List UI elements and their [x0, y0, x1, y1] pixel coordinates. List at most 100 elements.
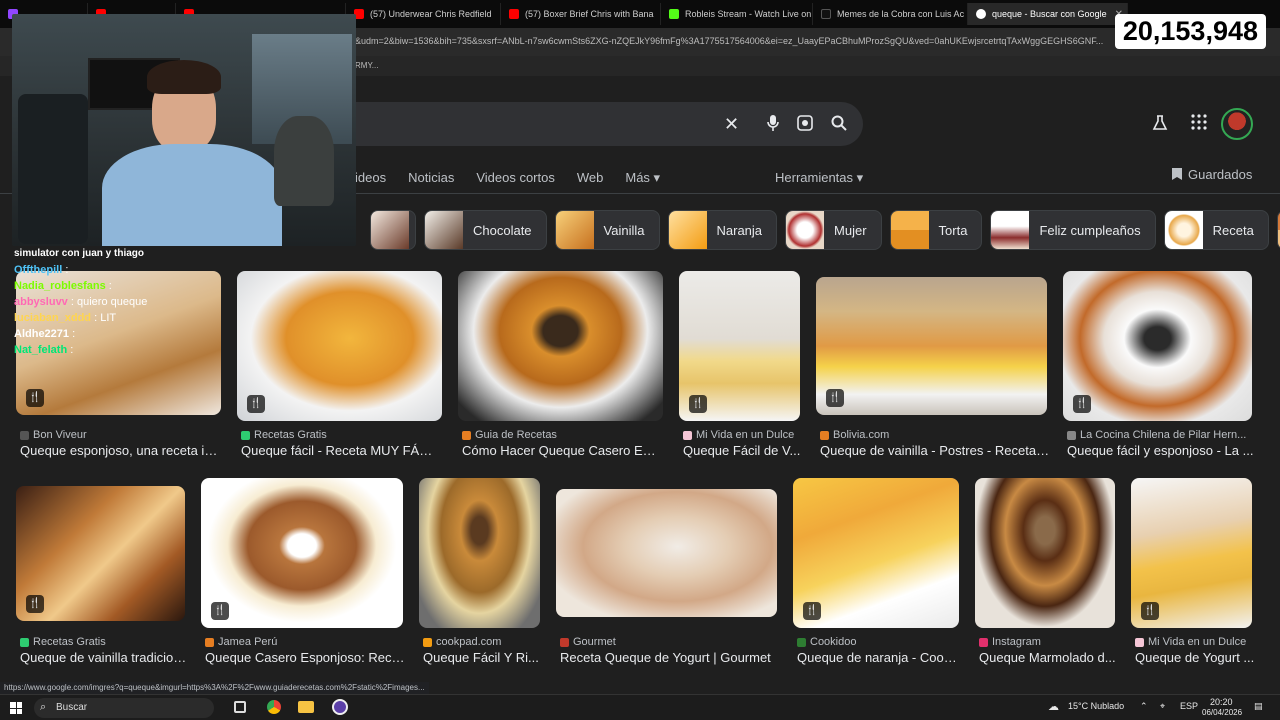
result-image[interactable]: 🍴: [1131, 478, 1252, 628]
file-explorer-icon[interactable]: [298, 701, 314, 713]
chip-feliz-cumpleanos[interactable]: Feliz cumpleaños: [990, 210, 1156, 250]
image-result[interactable]: 🍴 Cookidoo Queque de naranja - Cooki...: [793, 478, 963, 668]
search-input[interactable]: ✕: [330, 102, 863, 146]
result-title[interactable]: Queque de vainilla tradicion...: [20, 650, 189, 665]
browser-tab[interactable]: Memes de la Cobra con Luis Ac✕: [813, 3, 968, 25]
recipe-icon: 🍴: [1141, 602, 1159, 620]
result-title[interactable]: Queque Fácil Y Ri...: [423, 650, 544, 665]
weather-text[interactable]: 15°C Nublado: [1068, 701, 1124, 711]
tab-short-videos[interactable]: Videos cortos: [476, 170, 555, 186]
result-source[interactable]: La Cocina Chilena de Pilar Hern...: [1067, 429, 1246, 441]
chip-torta[interactable]: Torta: [889, 210, 983, 250]
tab-news[interactable]: Noticias: [408, 170, 454, 186]
apps-grid-icon[interactable]: [1191, 114, 1207, 135]
network-icon[interactable]: ⌖: [1160, 701, 1165, 712]
result-title[interactable]: Queque fácil y esponjoso - La ...: [1067, 443, 1256, 458]
image-result[interactable]: Instagram Queque Marmolado d...: [975, 478, 1116, 668]
clock-date[interactable]: 06/04/2026: [1202, 708, 1242, 717]
source-favicon-icon: [20, 637, 29, 647]
browser-tab[interactable]: (57) Underwear Chris Redfield✕: [346, 3, 501, 25]
result-image[interactable]: 🍴: [237, 271, 442, 421]
browser-tab[interactable]: (57) Boxer Brief Chris with Bana✕: [501, 3, 661, 25]
clock-time[interactable]: 20:20: [1210, 697, 1233, 707]
obs-icon[interactable]: [332, 699, 348, 715]
google-favicon-icon: [976, 9, 986, 19]
browser-tab[interactable]: Robleis Stream - Watch Live on✕: [661, 3, 813, 25]
notifications-icon[interactable]: ▤: [1254, 701, 1263, 712]
image-result[interactable]: 🍴 Recetas Gratis Queque de vainilla trad…: [16, 478, 189, 668]
chat-message: Nadia_roblesfans :: [14, 280, 112, 292]
chip-mujer[interactable]: Mujer: [785, 210, 882, 250]
image-result[interactable]: 🍴 Bolivia.com Queque de vainilla - Postr…: [816, 271, 1051, 461]
chip-vainilla[interactable]: Vainilla: [554, 210, 660, 250]
result-source[interactable]: Bon Viveur: [20, 429, 87, 441]
result-source[interactable]: Recetas Gratis: [241, 429, 327, 441]
result-title[interactable]: Queque de naranja - Cooki...: [797, 650, 963, 665]
result-source[interactable]: Recetas Gratis: [20, 636, 106, 648]
result-source[interactable]: Gourmet: [560, 636, 616, 648]
result-title[interactable]: Queque esponjoso, una receta ide...: [20, 443, 220, 458]
result-title[interactable]: Queque Casero Esponjoso: Recet...: [205, 650, 407, 665]
image-result[interactable]: 🍴 Jamea Perú Queque Casero Esponjoso: Re…: [201, 478, 407, 668]
tab-more[interactable]: Más ▾: [625, 170, 660, 186]
result-title[interactable]: Queque Fácil de V...: [683, 443, 804, 458]
tools-button[interactable]: Herramientas ▾: [775, 170, 863, 186]
browser-tab-active[interactable]: queque - Buscar con Google✕: [968, 3, 1128, 25]
result-image[interactable]: [458, 271, 663, 421]
result-title[interactable]: Queque Marmolado d...: [979, 650, 1119, 665]
result-source[interactable]: Instagram: [979, 636, 1041, 648]
result-source[interactable]: cookpad.com: [423, 636, 501, 648]
chip-receta[interactable]: Receta: [1163, 210, 1269, 250]
result-source[interactable]: Jamea Perú: [205, 636, 277, 648]
recipe-icon: 🍴: [689, 395, 707, 413]
taskbar-search[interactable]: ⌕ Buscar: [34, 698, 214, 718]
result-title[interactable]: Queque de vainilla - Postres - Recetas .…: [820, 443, 1051, 458]
result-source[interactable]: Guia de Recetas: [462, 429, 557, 441]
result-source[interactable]: Mi Vida en un Dulce: [1135, 636, 1246, 648]
microphone-icon[interactable]: [766, 114, 780, 137]
result-image[interactable]: 🍴: [793, 478, 959, 628]
saved-button[interactable]: Guardados: [1172, 167, 1252, 182]
result-source[interactable]: Bolivia.com: [820, 429, 889, 441]
tab-favicon-icon: [669, 9, 679, 19]
result-image[interactable]: 🍴: [1063, 271, 1252, 421]
webcam-overlay: [12, 14, 356, 246]
result-image[interactable]: [556, 489, 777, 617]
result-title[interactable]: Receta Queque de Yogurt | Gourmet: [560, 650, 781, 665]
task-view-icon[interactable]: [234, 701, 246, 713]
result-title[interactable]: Queque de Yogurt ...: [1135, 650, 1256, 665]
image-result[interactable]: 🍴 Mi Vida en un Dulce Queque Fácil de V.…: [679, 271, 800, 461]
image-result[interactable]: Gourmet Receta Queque de Yogurt | Gourme…: [556, 478, 777, 668]
result-source[interactable]: Cookidoo: [797, 636, 856, 648]
image-result[interactable]: 🍴 La Cocina Chilena de Pilar Hern... Que…: [1063, 271, 1253, 461]
image-result[interactable]: 🍴 Mi Vida en un Dulce Queque de Yogurt .…: [1131, 478, 1254, 668]
result-image[interactable]: 🍴: [201, 478, 403, 628]
result-title[interactable]: Queque fácil - Receta MUY FÁCIL...: [241, 443, 441, 458]
tab-videos[interactable]: ideos: [355, 170, 386, 186]
chip-naranja[interactable]: Naranja: [667, 210, 778, 250]
lens-icon[interactable]: [796, 114, 814, 137]
chip-chocolate[interactable]: Chocolate: [424, 210, 547, 250]
result-image[interactable]: 🍴: [16, 486, 185, 621]
recipe-icon: 🍴: [1073, 395, 1091, 413]
image-result[interactable]: Guia de Recetas Cómo Hacer Queque Casero…: [458, 271, 663, 461]
result-image[interactable]: [975, 478, 1115, 628]
chrome-icon[interactable]: [266, 699, 282, 715]
tray-chevron-icon[interactable]: ⌃: [1140, 701, 1148, 712]
result-title[interactable]: Cómo Hacer Queque Casero Espo...: [462, 443, 662, 458]
search-icon[interactable]: [830, 114, 848, 137]
tab-web[interactable]: Web: [577, 170, 604, 186]
chip[interactable]: [370, 210, 416, 250]
result-source[interactable]: Mi Vida en un Dulce: [683, 429, 794, 441]
clear-icon[interactable]: ✕: [724, 114, 739, 135]
windows-start-icon[interactable]: [10, 702, 22, 714]
image-result[interactable]: 🍴 Recetas Gratis Queque fácil - Receta M…: [237, 271, 442, 461]
avatar[interactable]: [1221, 108, 1253, 140]
bookmark-item[interactable]: RMY...: [355, 61, 378, 70]
result-image[interactable]: [419, 478, 540, 628]
result-image[interactable]: 🍴: [816, 277, 1047, 415]
language-indicator[interactable]: ESP: [1180, 701, 1198, 711]
image-result[interactable]: cookpad.com Queque Fácil Y Ri...: [419, 478, 540, 668]
result-image[interactable]: 🍴: [679, 271, 800, 421]
labs-flask-icon[interactable]: [1151, 114, 1169, 137]
